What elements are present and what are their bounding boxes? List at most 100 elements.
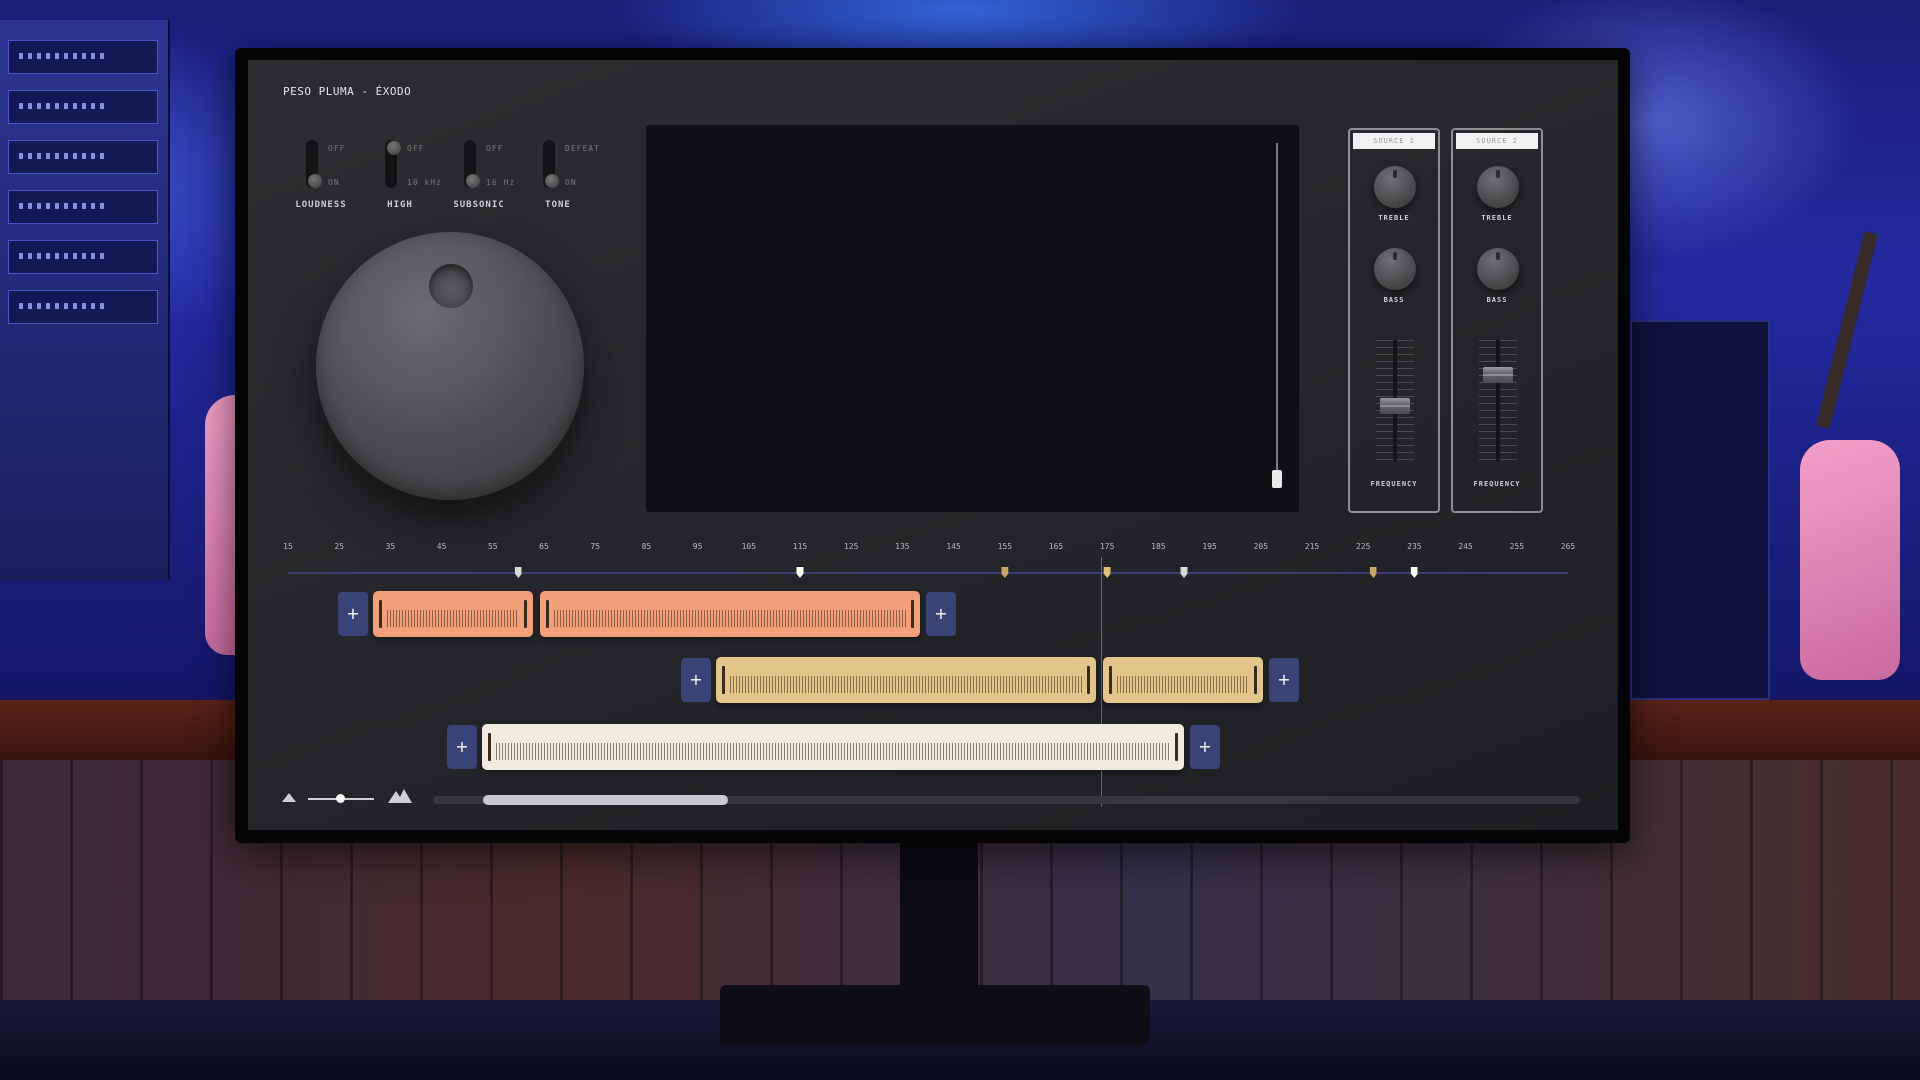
timeline-marker[interactable] [1369, 567, 1377, 578]
switch-bottom-label: ON [565, 178, 577, 187]
scrollbar-thumb[interactable] [483, 795, 728, 805]
audio-clip[interactable] [373, 591, 533, 637]
ruler-tick-label: 115 [792, 542, 808, 551]
add-clip-button[interactable]: + [681, 658, 711, 702]
monitor-base [720, 985, 1150, 1045]
audio-clip[interactable] [540, 591, 920, 637]
ruler-tick-label: 225 [1355, 542, 1371, 551]
timeline-marker[interactable] [1103, 567, 1111, 578]
frequency-label: FREQUENCY [1473, 480, 1521, 488]
switch-top-label: OFF [328, 144, 346, 153]
source-2-label[interactable]: SOURCE 2 [1456, 133, 1538, 149]
clip-end-handle[interactable] [1175, 733, 1178, 761]
zoom-slider-thumb[interactable] [336, 794, 345, 803]
daw-screen: PESO PLUMA - ÉXODO OFF ON LOUDNESS OFF 1… [248, 60, 1618, 830]
source-1-bass-knob[interactable] [1374, 248, 1416, 290]
source-2-frequency-fader[interactable] [1483, 366, 1513, 383]
clip-start-handle[interactable] [546, 600, 549, 628]
ruler-tick-label: 15 [283, 542, 293, 551]
clip-start-handle[interactable] [722, 666, 725, 694]
rack-unit [8, 140, 158, 174]
rack-unit [8, 90, 158, 124]
ruler-tick-label: 65 [539, 542, 549, 551]
add-clip-button[interactable]: + [1190, 725, 1220, 769]
timeline-marker[interactable] [1001, 567, 1009, 578]
ruler-tick-label: 215 [1304, 542, 1320, 551]
clip-start-handle[interactable] [379, 600, 382, 628]
timeline-marker[interactable] [1180, 567, 1188, 578]
ruler-tick-label: 75 [590, 542, 601, 551]
audio-clip[interactable] [482, 724, 1184, 770]
add-clip-button[interactable]: + [447, 725, 477, 769]
source-2-strip: SOURCE 2 TREBLE BASS FREQUENCY [1451, 128, 1543, 513]
volume-knob[interactable] [316, 232, 584, 500]
timeline-marker[interactable] [514, 567, 522, 578]
switch-top-label: OFF [407, 144, 425, 153]
source-1-frequency-fader[interactable] [1380, 398, 1410, 415]
rack-unit [8, 40, 158, 74]
ruler-tick-label: 35 [385, 542, 396, 551]
source-1-label[interactable]: SOURCE 1 [1353, 133, 1435, 149]
ruler-tick-label: 155 [997, 542, 1013, 551]
clip-end-handle[interactable] [1254, 666, 1257, 694]
ruler-tick-label: 105 [741, 542, 757, 551]
guitar-right [1800, 440, 1900, 680]
waveform [387, 601, 519, 627]
amplifier [1630, 320, 1770, 700]
switch-thumb[interactable] [466, 174, 480, 188]
ruler-tick-label: 245 [1458, 542, 1473, 551]
treble-label: TREBLE [1481, 214, 1513, 222]
rack-unit [8, 290, 158, 324]
ruler-tick-label: 195 [1202, 542, 1217, 551]
audio-clip[interactable] [1103, 657, 1263, 703]
waveform [730, 667, 1082, 693]
ruler-tick-label: 205 [1253, 542, 1269, 551]
visualizer-display [646, 125, 1299, 512]
knob-indicator [429, 264, 473, 308]
song-title: PESO PLUMA - ÉXODO [283, 85, 412, 98]
ruler-tick-label: 135 [895, 542, 910, 551]
timeline-ruler[interactable]: 15 25 35 45 55 65 75 85 95 105 115 125 135 145 155 165 1… [278, 542, 1575, 582]
add-clip-button[interactable]: + [926, 592, 956, 636]
ruler-tick-label: 175 [1099, 542, 1115, 551]
timeline-marker[interactable] [1410, 567, 1418, 578]
zoom-in-icon[interactable] [388, 789, 412, 803]
display-slider-handle[interactable] [1272, 470, 1282, 488]
add-clip-button[interactable]: + [338, 592, 368, 636]
ruler-tick-label: 165 [1048, 542, 1064, 551]
ruler-tick-label: 85 [641, 542, 652, 551]
zoom-out-icon[interactable] [282, 793, 296, 802]
switch-bottom-label: 10 kHz [407, 178, 442, 187]
timeline-marker[interactable] [796, 567, 804, 578]
clip-end-handle[interactable] [911, 600, 914, 628]
clip-end-handle[interactable] [524, 600, 527, 628]
ruler-tick-label: 265 [1560, 542, 1576, 551]
switch-label: HIGH [387, 200, 413, 210]
switch-top-label: OFF [486, 144, 504, 153]
clip-start-handle[interactable] [1109, 666, 1112, 694]
ruler-tick-label: 255 [1509, 542, 1525, 551]
switch-thumb[interactable] [545, 174, 559, 188]
rack-unit [8, 190, 158, 224]
clip-start-handle[interactable] [488, 733, 491, 761]
source-1-strip: SOURCE 1 TREBLE BASS FREQUENCY [1348, 128, 1440, 513]
switch-bottom-label: 16 Hz [486, 178, 516, 187]
source-1-treble-knob[interactable] [1374, 166, 1416, 208]
equipment-rack [0, 20, 170, 580]
source-2-treble-knob[interactable] [1477, 166, 1519, 208]
clip-end-handle[interactable] [1087, 666, 1090, 694]
switch-label: LOUDNESS [295, 200, 347, 210]
tone-switch[interactable]: DEFEAT ON TONE [523, 140, 618, 220]
switch-bottom-label: ON [328, 178, 340, 187]
monitor: PESO PLUMA - ÉXODO OFF ON LOUDNESS OFF 1… [235, 48, 1630, 843]
switch-top-label: DEFEAT [565, 144, 600, 153]
frequency-label: FREQUENCY [1370, 480, 1418, 488]
audio-clip[interactable] [716, 657, 1096, 703]
switch-thumb[interactable] [308, 174, 322, 188]
ruler-tick-label: 55 [487, 542, 498, 551]
rack-unit [8, 240, 158, 274]
source-2-bass-knob[interactable] [1477, 248, 1519, 290]
add-clip-button[interactable]: + [1269, 658, 1299, 702]
switch-label: TONE [545, 200, 571, 210]
switch-thumb[interactable] [387, 141, 401, 155]
